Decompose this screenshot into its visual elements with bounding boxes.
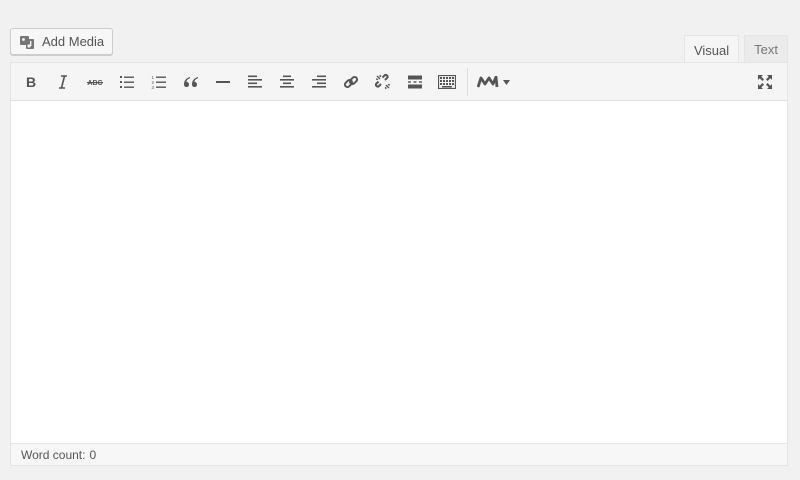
align-left-button[interactable]	[239, 67, 271, 97]
fullscreen-button[interactable]	[749, 67, 781, 97]
editor-toolbar: B ABC 1 2 3	[11, 63, 787, 101]
keyboard-icon	[438, 74, 456, 89]
align-center-button[interactable]	[271, 67, 303, 97]
bold-icon: B	[26, 75, 36, 89]
svg-text:3: 3	[152, 85, 155, 89]
align-center-icon	[280, 75, 294, 88]
m-logo-dropdown-icon	[477, 75, 510, 87]
align-left-icon	[248, 75, 262, 88]
bulleted-list-button[interactable]	[111, 67, 143, 97]
italic-icon	[59, 74, 67, 89]
bold-button[interactable]: B	[15, 67, 47, 97]
tab-visual[interactable]: Visual	[683, 35, 740, 64]
blockquote-button[interactable]	[175, 67, 207, 97]
add-media-button[interactable]: Add Media	[10, 28, 114, 55]
word-count-value: 0	[89, 447, 97, 462]
link-icon	[343, 75, 359, 88]
svg-text:ABC: ABC	[87, 80, 102, 87]
read-more-button[interactable]	[399, 67, 431, 97]
horizontal-line-button[interactable]	[207, 67, 239, 97]
toolbar-separator	[467, 67, 468, 96]
insert-link-button[interactable]	[335, 67, 367, 97]
unlink-icon	[374, 73, 391, 89]
plugin-menu-button[interactable]	[472, 67, 516, 97]
editor-status-bar: Word count: 0	[11, 443, 787, 465]
italic-button[interactable]	[47, 67, 79, 97]
bulleted-list-icon	[120, 75, 134, 88]
align-right-icon	[312, 75, 326, 88]
strikethrough-icon: ABC	[87, 80, 103, 87]
numbered-list-icon: 1 2 3	[152, 75, 166, 89]
blockquote-icon	[184, 76, 198, 87]
editor-content-area[interactable]	[11, 101, 787, 443]
remove-link-button[interactable]	[367, 67, 399, 97]
editor-wrapper: Add Media Visual Text B ABC 1 2 3 Word c…	[0, 0, 800, 480]
editor-panel: B ABC 1 2 3 Word count: 0	[10, 62, 788, 466]
media-icon	[19, 34, 37, 50]
numbered-list-button[interactable]: 1 2 3	[143, 67, 175, 97]
horizontal-line-icon	[216, 80, 230, 83]
tab-text[interactable]: Text	[744, 35, 788, 63]
read-more-icon	[408, 75, 422, 88]
svg-text:B: B	[26, 75, 36, 89]
add-media-label: Add Media	[42, 34, 105, 49]
editor-tabs: Visual Text	[683, 34, 788, 64]
toolbar-toggle-button[interactable]	[431, 67, 463, 97]
fullscreen-icon	[758, 75, 772, 89]
word-count-label: Word count:	[21, 447, 86, 462]
align-right-button[interactable]	[303, 67, 335, 97]
strikethrough-button[interactable]: ABC	[79, 67, 111, 97]
